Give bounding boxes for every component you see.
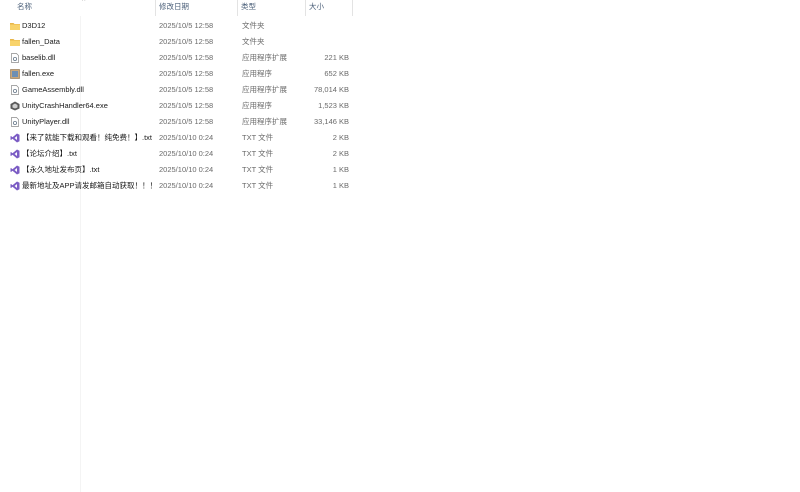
file-date: 2025/10/5 12:58 — [159, 101, 214, 110]
file-row[interactable]: fallen_Data 2025/10/5 12:58 文件夹 — [0, 34, 360, 50]
file-row[interactable]: D3D12 2025/10/5 12:58 文件夹 — [0, 18, 360, 34]
file-type: 文件夹 — [242, 37, 265, 46]
file-date: 2025/10/5 12:58 — [159, 37, 214, 46]
file-size: 652 KB — [324, 69, 349, 78]
file-size — [300, 34, 349, 50]
file-name: 【永久地址发布页】.txt — [22, 165, 100, 174]
file-row[interactable]: fallen.exe 2025/10/5 12:58 应用程序 652 KB — [0, 66, 360, 82]
file-name: D3D12 — [22, 21, 46, 30]
file-name: GameAssembly.dll — [22, 85, 84, 94]
file-type: 应用程序 — [242, 69, 272, 78]
file-size — [300, 18, 349, 34]
file-type: 文件夹 — [242, 21, 265, 30]
sort-ascending-icon: ^ — [82, 0, 86, 5]
column-header-size[interactable]: 大小 — [306, 0, 352, 16]
file-size: 1,523 KB — [318, 101, 349, 110]
folder-icon — [10, 23, 20, 30]
file-row[interactable]: 【永久地址发布页】.txt 2025/10/10 0:24 TXT 文件 1 K… — [0, 162, 360, 178]
file-size: 2 KB — [332, 149, 349, 158]
file-date: 2025/10/5 12:58 — [159, 21, 214, 30]
file-size: 221 KB — [324, 53, 349, 62]
file-name: baselib.dll — [22, 53, 56, 62]
file-name: fallen_Data — [22, 37, 60, 46]
file-date: 2025/10/5 12:58 — [159, 69, 214, 78]
file-row[interactable]: 【来了就能下载和观看！纯免费！】.txt 2025/10/10 0:24 TXT… — [0, 130, 360, 146]
file-size: 78,014 KB — [313, 85, 349, 94]
file-date: 2025/10/10 0:24 — [159, 181, 214, 190]
file-type: 应用程序扩展 — [242, 53, 287, 62]
column-header-date-label: 修改日期 — [159, 2, 189, 11]
dll-icon — [11, 85, 19, 95]
file-date: 2025/10/10 0:24 — [159, 165, 214, 174]
file-size: 1 KB — [332, 181, 349, 190]
file-type: TXT 文件 — [242, 133, 274, 142]
file-row[interactable]: 最新地址及APP请发邮箱自动获取！！！... 2025/10/10 0:24 T… — [0, 178, 360, 194]
app-icon — [10, 69, 20, 79]
column-header-size-label: 大小 — [309, 2, 324, 11]
column-divider[interactable] — [352, 0, 353, 16]
file-type: TXT 文件 — [242, 165, 274, 174]
file-size: 1 KB — [332, 165, 349, 174]
file-date: 2025/10/5 12:58 — [159, 117, 214, 126]
file-row[interactable]: UnityCrashHandler64.exe 2025/10/5 12:58 … — [0, 98, 360, 114]
file-size: 2 KB — [332, 133, 349, 142]
visual-studio-icon — [10, 165, 20, 175]
file-type: TXT 文件 — [242, 181, 274, 190]
column-header-bar: 名称 ^ 修改日期 类型 大小 — [0, 0, 360, 16]
file-size: 33,146 KB — [313, 117, 349, 126]
column-header-type-label: 类型 — [241, 2, 256, 11]
unity-icon — [10, 101, 20, 111]
dll-icon — [11, 53, 19, 63]
file-date: 2025/10/10 0:24 — [159, 133, 214, 142]
file-name: UnityCrashHandler64.exe — [22, 101, 108, 110]
file-date: 2025/10/5 12:58 — [159, 53, 214, 62]
column-header-date[interactable]: 修改日期 — [156, 0, 236, 16]
folder-icon — [10, 39, 20, 46]
file-name: UnityPlayer.dll — [22, 117, 70, 126]
file-date: 2025/10/5 12:58 — [159, 85, 214, 94]
file-type: 应用程序扩展 — [242, 85, 287, 94]
file-name: 【论坛介绍】.txt — [22, 149, 78, 158]
file-row[interactable]: 【论坛介绍】.txt 2025/10/10 0:24 TXT 文件 2 KB — [0, 146, 360, 162]
file-date: 2025/10/10 0:24 — [159, 149, 214, 158]
file-row[interactable]: UnityPlayer.dll 2025/10/5 12:58 应用程序扩展 3… — [0, 114, 360, 130]
visual-studio-icon — [10, 133, 20, 143]
file-type: TXT 文件 — [242, 149, 274, 158]
file-name: 【来了就能下载和观看！纯免费！】.txt — [22, 133, 153, 142]
column-header-type[interactable]: 类型 — [238, 0, 304, 16]
dll-icon — [11, 117, 19, 127]
file-name: 最新地址及APP请发邮箱自动获取！！！... — [22, 181, 154, 190]
visual-studio-icon — [10, 181, 20, 191]
file-row[interactable]: baselib.dll 2025/10/5 12:58 应用程序扩展 221 K… — [0, 50, 360, 66]
visual-studio-icon — [10, 149, 20, 159]
file-row[interactable]: GameAssembly.dll 2025/10/5 12:58 应用程序扩展 … — [0, 82, 360, 98]
column-header-name-label: 名称 — [17, 2, 32, 11]
file-name: fallen.exe — [22, 69, 55, 78]
file-type: 应用程序 — [242, 101, 272, 110]
file-type: 应用程序扩展 — [242, 117, 287, 126]
